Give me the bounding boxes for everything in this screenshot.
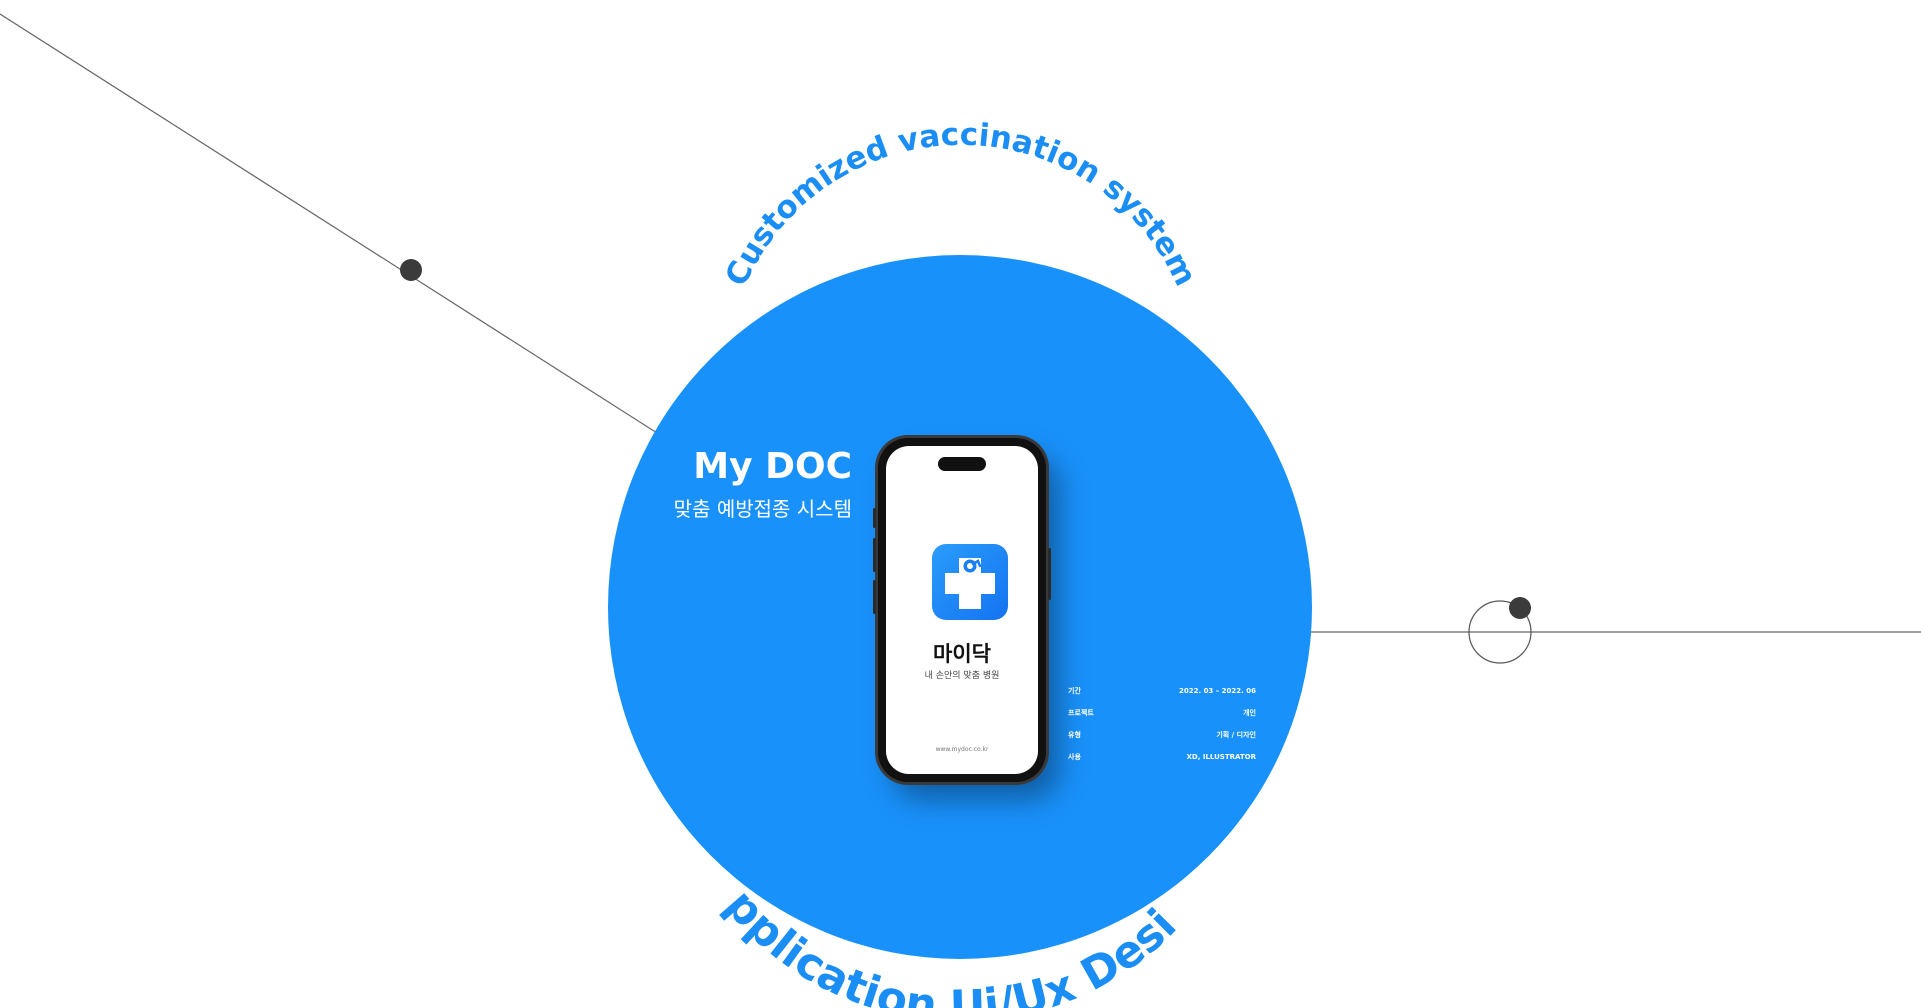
app-url-link[interactable]: www.mydoc.co.kr [886,746,1038,753]
info-row-period: 기간 2022. 03 – 2022. 06 [1068,680,1256,702]
info-row-project: 프로젝트 개인 [1068,702,1256,724]
phone-side-button [873,508,876,528]
info-label: 유형 [1068,731,1081,739]
dynamic-island [938,457,986,471]
phone-screen: 마이닥 내 손안의 맞춤 병원 www.mydoc.co.kr [886,446,1038,774]
phone-volume-up-button [873,538,876,572]
arc-top-text: Customized vaccination system [718,117,1203,292]
phone-power-button [1048,548,1051,600]
medical-cross-icon[interactable] [932,544,1008,620]
info-row-type: 유형 기획 / 디자인 [1068,724,1256,746]
info-value: 2022. 03 – 2022. 06 [1178,687,1256,695]
phone-mockup: 마이닥 내 손안의 맞춤 병원 www.mydoc.co.kr [873,438,1051,782]
project-subtitle: 맞춤 예방접종 시스템 [673,497,852,521]
info-label: 기간 [1068,687,1081,695]
project-title-block: My DOC 맞춤 예방접종 시스템 [674,445,852,523]
info-value: 기획 / 디자인 [1216,731,1256,739]
info-row-tools: 사용 XD, ILLUSTRATOR [1068,746,1256,768]
info-label: 사용 [1068,753,1081,761]
app-name: 마이닥 [933,642,991,666]
project-title: My DOC [693,446,852,487]
phone-volume-down-button [873,580,876,614]
project-info-list: 기간 2022. 03 – 2022. 06 프로젝트 개인 유형 기획 / 디… [1068,680,1256,768]
info-value: 개인 [1243,709,1256,717]
info-label: 프로젝트 [1068,709,1094,717]
info-value: XD, ILLUSTRATOR [1186,753,1256,761]
app-tagline: 내 손안의 맞춤 병원 [924,671,1000,681]
